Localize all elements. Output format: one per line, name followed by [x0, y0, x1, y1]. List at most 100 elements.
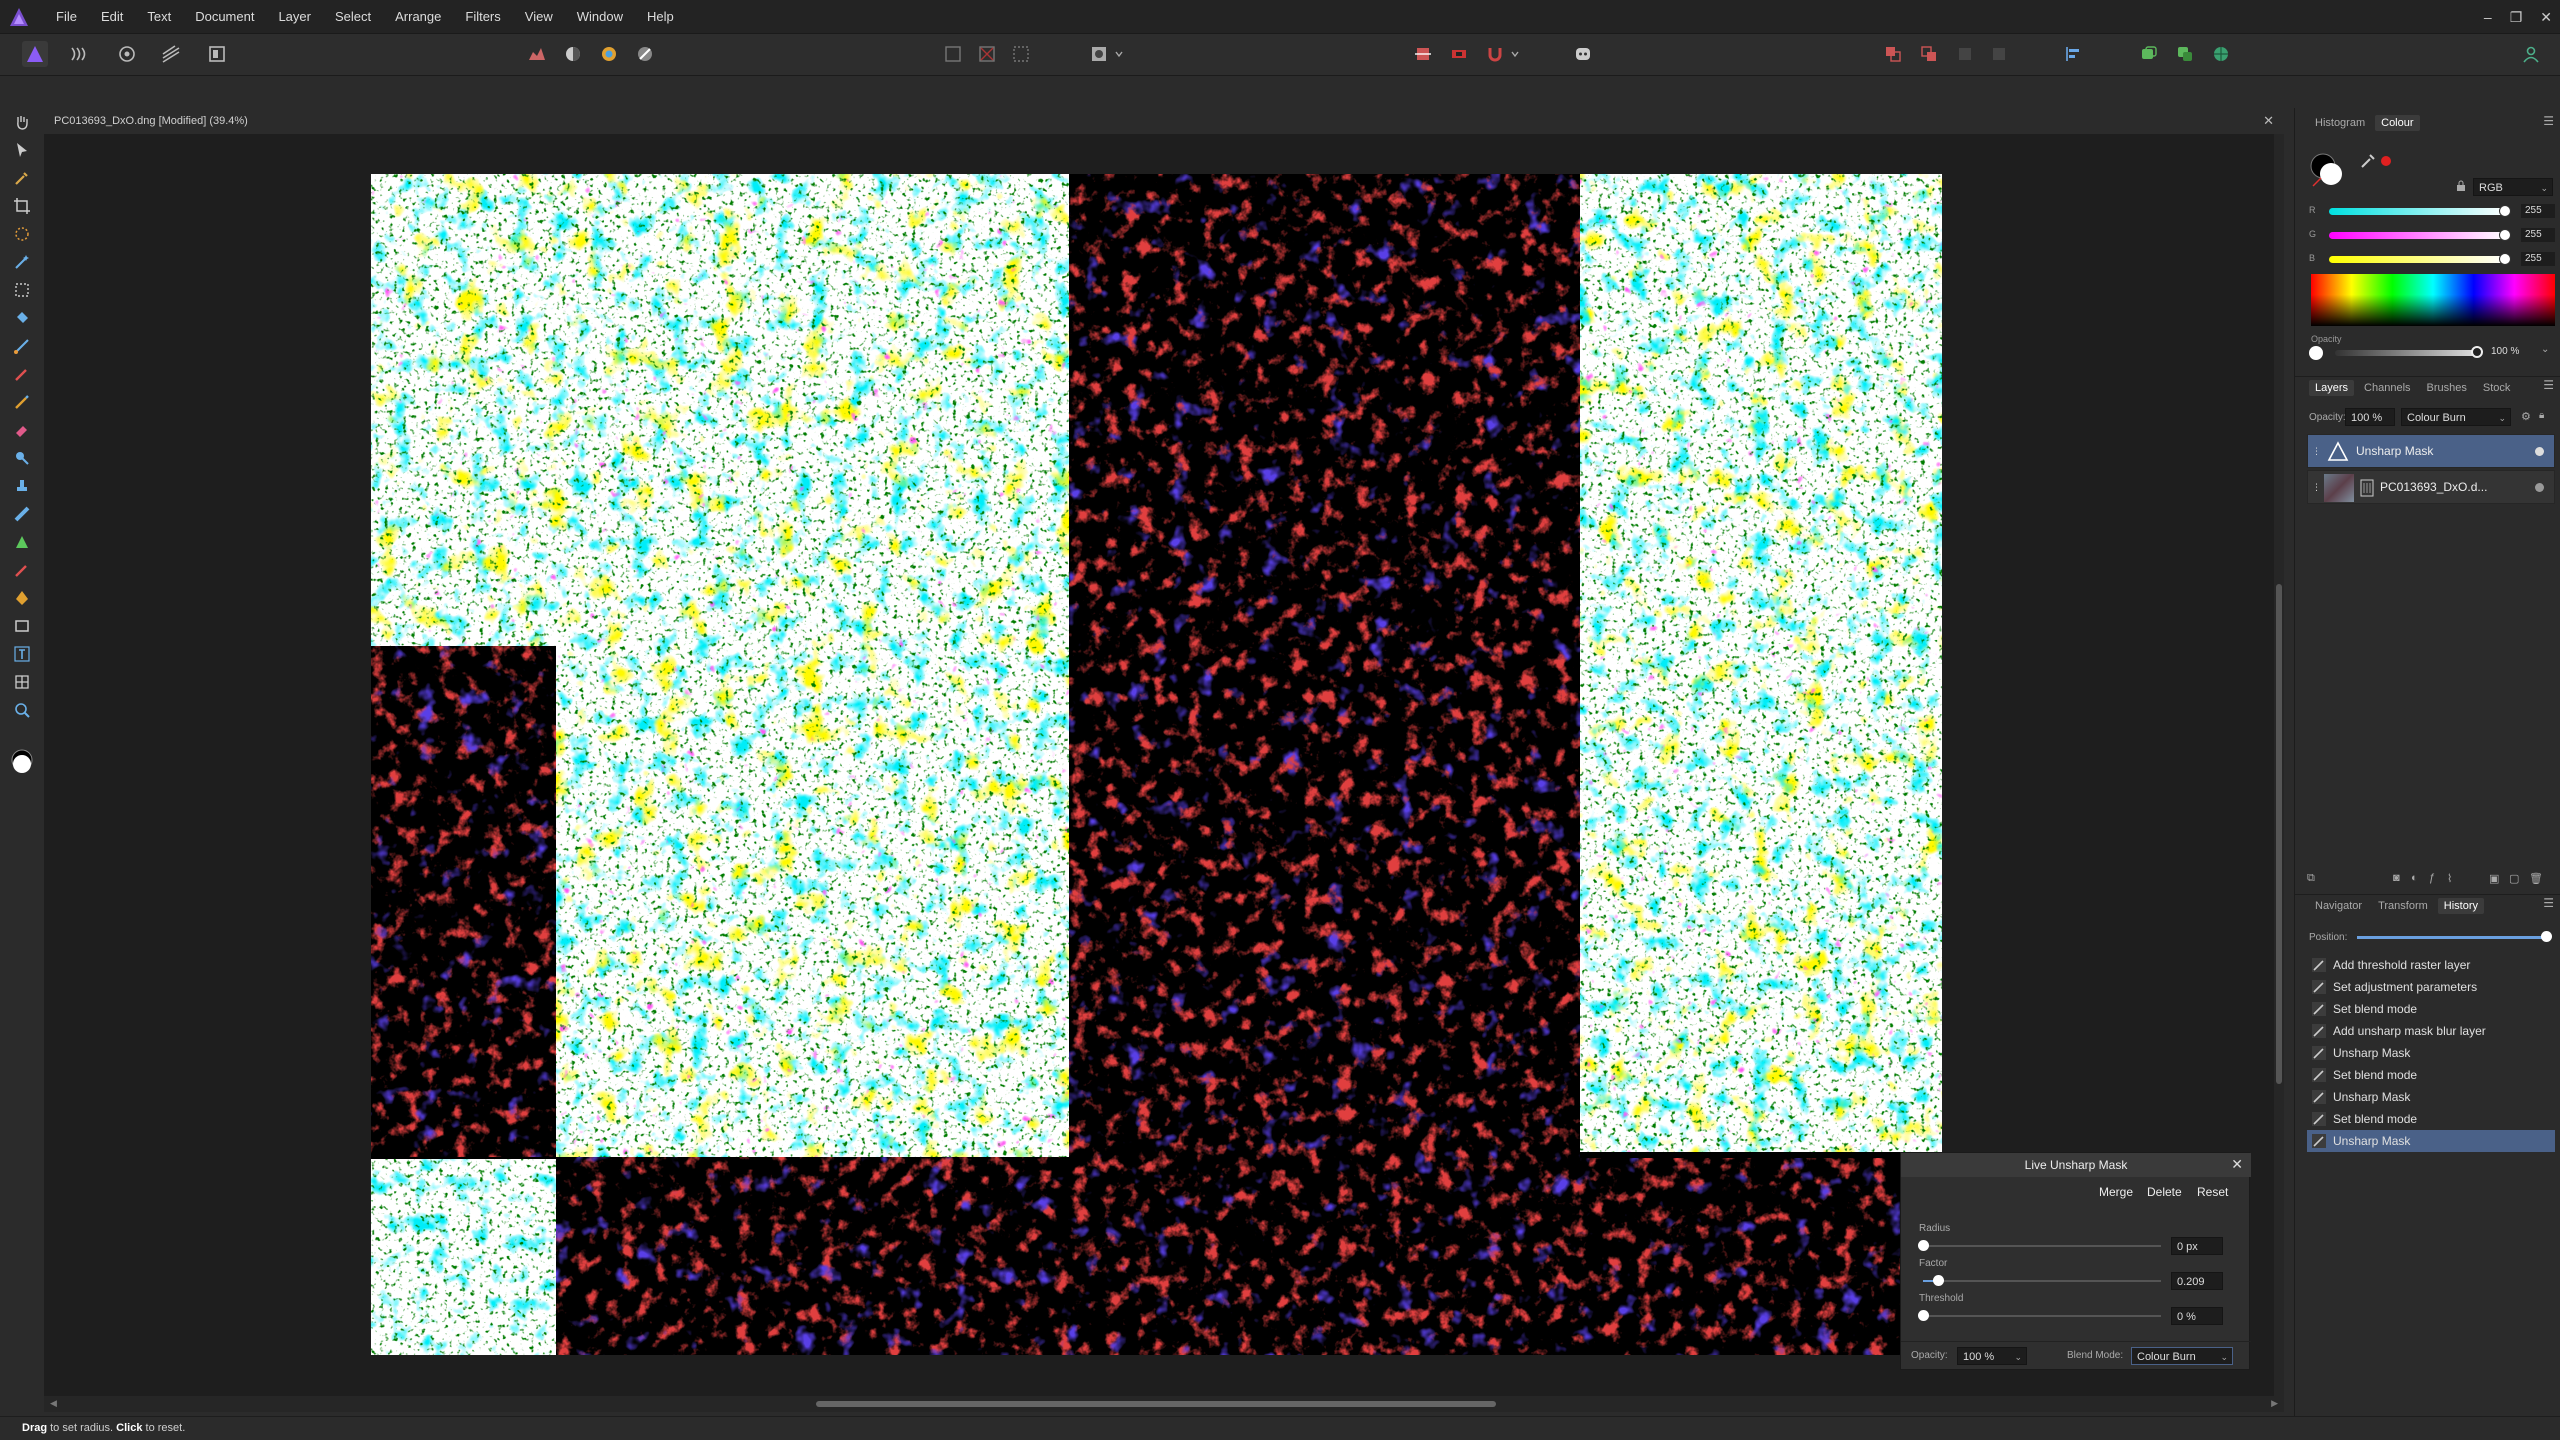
dodge-tool[interactable] [12, 448, 32, 468]
alignment-button[interactable] [2060, 41, 2086, 67]
red-slider-knob[interactable] [2499, 205, 2511, 217]
export-persona-button[interactable] [204, 41, 230, 67]
colour-picker-tool[interactable] [12, 168, 32, 188]
marquee-tool[interactable] [12, 280, 32, 300]
horizontal-scroll-thumb[interactable] [816, 1401, 1496, 1407]
delete-button[interactable]: Delete [2147, 1185, 2182, 1199]
healing-brush-tool[interactable] [12, 504, 32, 524]
tab-transform[interactable]: Transform [2372, 898, 2434, 914]
tab-history[interactable]: History [2437, 897, 2485, 914]
layer-visibility-toggle[interactable] [2535, 447, 2544, 456]
menu-filters[interactable]: Filters [453, 0, 512, 34]
panel-menu-icon[interactable]: ☰ [2543, 896, 2554, 910]
clone-tool[interactable] [12, 476, 32, 496]
dialog-close-button[interactable]: ✕ [2231, 1156, 2243, 1173]
minimize-button[interactable]: – [2484, 9, 2492, 25]
menu-arrange[interactable]: Arrange [383, 0, 453, 34]
dialog-titlebar[interactable]: Live Unsharp Mask ✕ [1901, 1153, 2251, 1177]
deselect-button[interactable] [974, 41, 1000, 67]
menu-file[interactable]: File [44, 0, 89, 34]
menu-edit[interactable]: Edit [89, 0, 135, 34]
red-eye-tool[interactable] [12, 560, 32, 580]
split-view-button[interactable] [2172, 41, 2198, 67]
mesh-warp-tool[interactable] [12, 672, 32, 692]
green-slider[interactable]: G 255 [2309, 228, 2555, 242]
panel-menu-icon[interactable]: ☰ [2543, 378, 2554, 392]
horizontal-scrollbar[interactable]: ◀ ▶ [44, 1396, 2284, 1412]
menu-layer[interactable]: Layer [266, 0, 323, 34]
invert-selection-button[interactable] [1008, 41, 1034, 67]
lock-icon[interactable] [2455, 180, 2467, 192]
quick-mask-dropdown[interactable] [1112, 41, 1126, 67]
opacity-slider-knob[interactable] [2471, 346, 2483, 358]
artistic-text-tool[interactable] [12, 644, 32, 664]
menu-text[interactable]: Text [135, 0, 183, 34]
green-slider-knob[interactable] [2499, 229, 2511, 241]
vertical-scroll-thumb[interactable] [2276, 584, 2282, 1084]
threshold-slider-track[interactable] [1923, 1315, 2161, 1317]
selection-brush-tool[interactable] [12, 224, 32, 244]
auto-contrast-button[interactable] [560, 41, 586, 67]
add-layer-icon[interactable]: ▢ [2509, 872, 2519, 885]
history-position-knob[interactable] [2541, 931, 2552, 942]
mask-icon[interactable]: ◙ [2393, 872, 2400, 884]
dialog-opacity-field[interactable]: 100 % ⌄ [1957, 1347, 2027, 1365]
close-document-button[interactable]: ✕ [2263, 113, 2274, 129]
opacity-slider-track[interactable] [2335, 350, 2475, 356]
fill-stroke-swatch[interactable] [2309, 152, 2349, 192]
adjustment-icon[interactable]: ◐ [2411, 872, 2418, 884]
vertical-scrollbar[interactable] [2274, 134, 2284, 1396]
align-button[interactable] [1410, 41, 1436, 67]
factor-value-field[interactable]: 0.209 [2171, 1272, 2223, 1290]
panel-menu-icon[interactable]: ☰ [2543, 114, 2554, 128]
history-item[interactable]: Add threshold raster layer [2307, 954, 2555, 976]
arrange-back-button[interactable] [1880, 41, 1906, 67]
tab-channels[interactable]: Channels [2358, 380, 2416, 396]
magnet-button[interactable] [1482, 41, 1508, 67]
move-tool[interactable] [12, 140, 32, 160]
document-image[interactable] [371, 174, 1942, 1355]
develop-persona-button[interactable] [114, 41, 140, 67]
colour-model-select[interactable]: RGB ⌄ [2473, 178, 2553, 196]
view-mode-button[interactable] [2136, 41, 2162, 67]
auto-levels-button[interactable] [524, 41, 550, 67]
history-position-track[interactable] [2357, 936, 2547, 939]
lock-icon[interactable]: 🔒︎ [2539, 410, 2544, 421]
layers-opacity-field[interactable]: 100 % [2345, 408, 2395, 426]
layer-row-unsharp-mask[interactable]: ⋮ Unsharp Mask [2307, 434, 2555, 468]
restore-button[interactable]: ❐ [2510, 9, 2523, 26]
snapping-toggle-button[interactable] [1446, 41, 1472, 67]
eyedropper-icon[interactable] [2359, 152, 2377, 170]
history-item[interactable]: Set adjustment parameters [2307, 976, 2555, 998]
history-item[interactable]: Set blend mode [2307, 1108, 2555, 1130]
crop-tool[interactable] [12, 196, 32, 216]
scroll-left-icon[interactable]: ◀ [50, 1398, 57, 1409]
radius-slider-track[interactable] [1923, 1245, 2161, 1247]
trash-icon[interactable]: 🗑︎ [2529, 872, 2543, 885]
layer-row-image[interactable]: ⋮ PC013693_DxO.d... [2307, 470, 2555, 504]
layer-visibility-toggle[interactable] [2535, 483, 2544, 492]
green-slider-track[interactable] [2329, 232, 2505, 239]
threshold-value-field[interactable]: 0 % [2171, 1307, 2223, 1325]
blue-value[interactable]: 255 [2521, 252, 2555, 266]
pen-tool[interactable] [12, 588, 32, 608]
brush-layer-icon[interactable]: ⌇ [2447, 872, 2452, 885]
red-slider-track[interactable] [2329, 208, 2505, 215]
history-item-selected[interactable]: Unsharp Mask [2307, 1130, 2555, 1152]
history-item[interactable]: Add unsharp mask blur layer [2307, 1020, 2555, 1042]
merge-button[interactable]: Merge [2099, 1185, 2133, 1199]
photo-persona-button[interactable] [22, 41, 48, 67]
tab-brushes[interactable]: Brushes [2421, 380, 2473, 396]
history-item[interactable]: Set blend mode [2307, 1064, 2555, 1086]
history-item[interactable]: Unsharp Mask [2307, 1042, 2555, 1064]
layer-options-icon[interactable]: ⧉ [2307, 872, 2315, 885]
menu-window[interactable]: Window [565, 0, 635, 34]
gradient-tool[interactable] [12, 336, 32, 356]
zoom-tool[interactable] [12, 700, 32, 720]
sharpen-tool[interactable] [12, 532, 32, 552]
red-value[interactable]: 255 [2521, 204, 2555, 218]
share-button[interactable] [2208, 41, 2234, 67]
reset-button[interactable]: Reset [2197, 1185, 2228, 1199]
expand-icon[interactable]: ⋮ [2312, 446, 2321, 457]
close-window-button[interactable]: ✕ [2540, 9, 2552, 26]
